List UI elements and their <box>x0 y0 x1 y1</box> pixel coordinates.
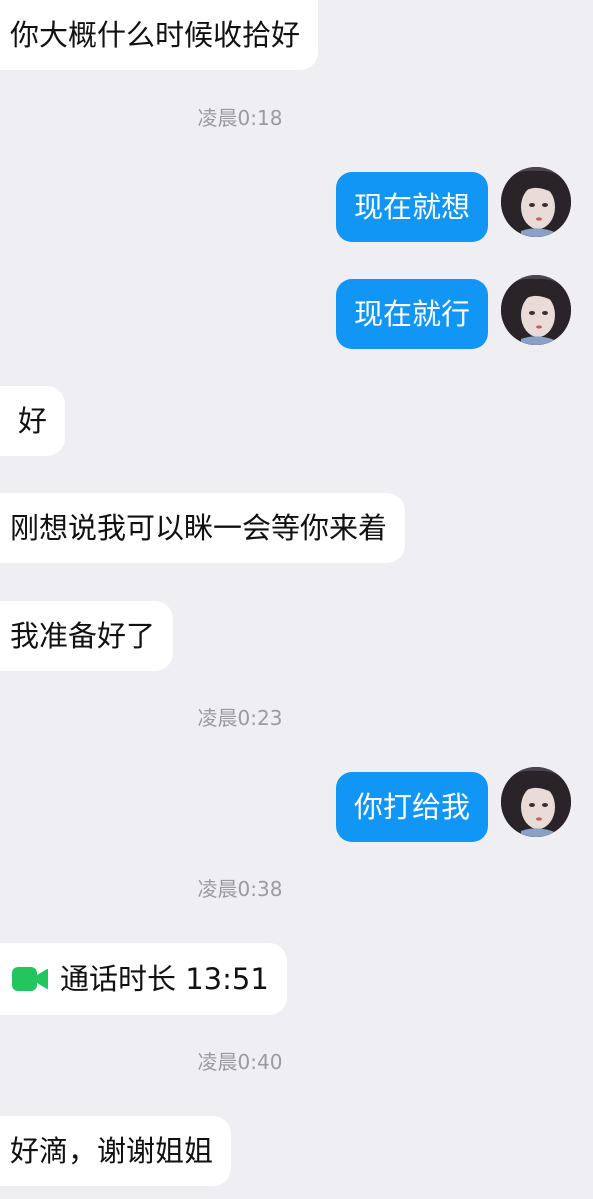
user-avatar[interactable] <box>501 167 571 237</box>
message-bubble-sent[interactable]: 现在就行 <box>335 279 488 349</box>
message-text: 现在就想 <box>353 189 470 224</box>
call-duration-text: 通话时长 13:51 <box>60 961 269 996</box>
call-record-bubble[interactable]: 通话时长 13:51 <box>0 943 287 1015</box>
timestamp: 凌晨0:38 <box>197 877 283 901</box>
message-bubble-received[interactable]: 我准备好了 <box>0 601 174 671</box>
message-bubble-received[interactable]: 好 <box>0 386 66 456</box>
message-text: 你打给我 <box>353 789 470 824</box>
timestamp: 凌晨0:40 <box>197 1050 283 1074</box>
timestamp: 凌晨0:23 <box>197 706 283 730</box>
user-avatar[interactable] <box>501 767 571 837</box>
message-text: 现在就行 <box>353 296 470 331</box>
avatar-image <box>501 167 571 237</box>
avatar-image <box>501 767 571 837</box>
message-bubble-received[interactable]: 你大概什么时候收拾好 <box>0 0 319 70</box>
message-bubble-sent[interactable]: 现在就想 <box>335 172 488 242</box>
message-text: 好 <box>18 403 48 438</box>
chat-thread[interactable]: 你大概什么时候收拾好 凌晨0:18 现在就想 现在就行 好 刚想说我可以眯一会等… <box>0 0 593 1199</box>
message-text: 我准备好了 <box>10 618 156 653</box>
message-bubble-received[interactable]: 刚想说我可以眯一会等你来着 <box>0 493 406 563</box>
avatar-image <box>501 275 571 345</box>
video-call-icon <box>12 966 48 992</box>
user-avatar[interactable] <box>501 275 571 345</box>
message-bubble-sent[interactable]: 你打给我 <box>335 772 488 842</box>
timestamp: 凌晨0:18 <box>197 106 283 130</box>
message-text: 好滴，谢谢姐姐 <box>10 1133 214 1168</box>
message-text: 刚想说我可以眯一会等你来着 <box>10 510 388 545</box>
message-bubble-received[interactable]: 好滴，谢谢姐姐 <box>0 1116 232 1186</box>
message-text: 你大概什么时候收拾好 <box>10 17 301 52</box>
